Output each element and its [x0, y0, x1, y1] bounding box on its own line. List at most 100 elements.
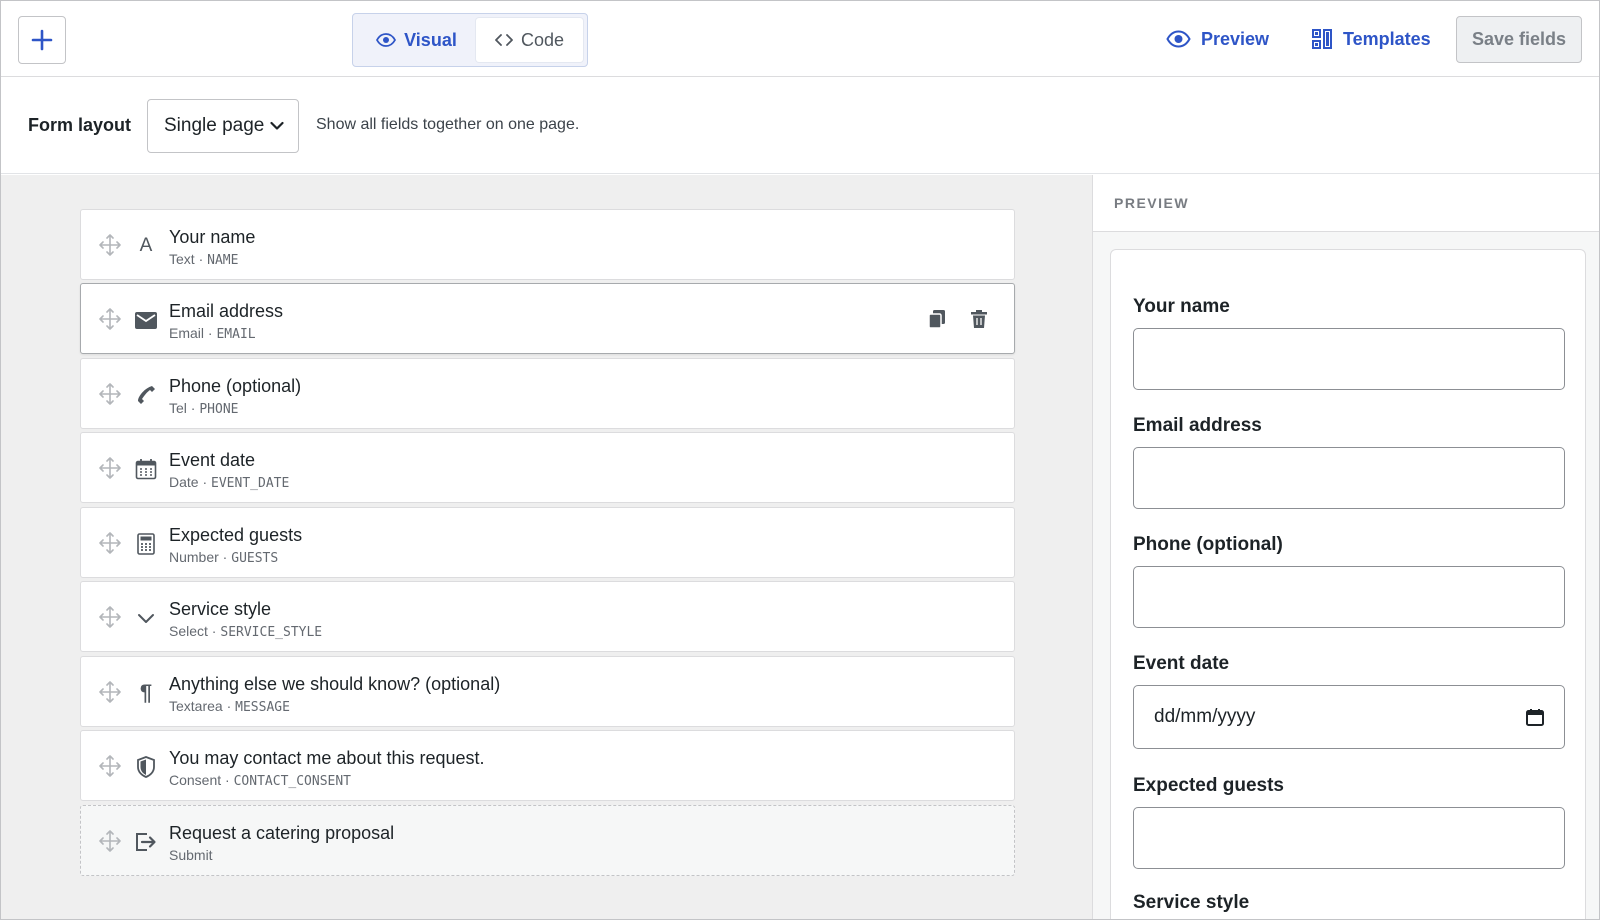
field-key: NAME: [207, 253, 239, 268]
code-mode-button[interactable]: Code: [475, 18, 583, 62]
row-actions: [926, 308, 990, 330]
field-meta: Text · NAME: [169, 251, 239, 268]
drag-handle-icon[interactable]: [99, 308, 121, 330]
chevron-down-icon: [134, 606, 158, 630]
field-key: MESSAGE: [235, 700, 290, 715]
field-meta: Submit: [169, 847, 394, 864]
chevron-down-icon: [270, 121, 284, 130]
submit-icon: [134, 830, 158, 854]
form-layout-label: Form layout: [28, 115, 132, 135]
field-label: Event date: [169, 450, 256, 470]
field-type: Date: [169, 474, 199, 490]
drag-handle-icon[interactable]: [99, 606, 121, 628]
preview-button-label: Preview: [1201, 28, 1270, 49]
field-key: SERVICE_STYLE: [220, 625, 323, 640]
field-type: Select: [169, 623, 208, 639]
duplicate-icon[interactable]: [926, 308, 948, 330]
field-meta: Email · EMAIL: [169, 325, 256, 342]
field-meta: Textarea · MESSAGE: [169, 698, 290, 715]
field-label: Phone (optional): [169, 376, 302, 396]
field-row-name[interactable]: A Your name Text · NAME: [80, 209, 1015, 280]
preview-field-label: Email address: [1133, 415, 1262, 436]
drag-handle-icon[interactable]: [99, 830, 121, 852]
drag-handle-icon[interactable]: [99, 234, 121, 256]
field-row-submit[interactable]: Request a catering proposal Submit: [80, 805, 1015, 876]
preview-field-label: Your name: [1133, 296, 1230, 317]
field-meta: Tel · PHONE: [169, 400, 239, 417]
shield-icon: [134, 755, 158, 779]
calendar-icon: [1526, 709, 1544, 726]
code-mode-label: Code: [520, 29, 564, 50]
drag-handle-icon[interactable]: [99, 383, 121, 405]
drag-handle-icon[interactable]: [99, 532, 121, 554]
save-fields-button[interactable]: Save fields: [1456, 16, 1582, 63]
field-key: GUESTS: [231, 551, 279, 566]
field-type: Text: [169, 251, 195, 267]
field-type: Textarea: [169, 698, 223, 714]
field-key: EVENT_DATE: [211, 476, 290, 491]
preview-header: PREVIEW: [1093, 175, 1599, 232]
preview-field-label: Phone (optional): [1133, 534, 1283, 555]
field-meta: Consent · CONTACT_CONSENT: [169, 772, 352, 789]
trash-icon[interactable]: [968, 308, 990, 330]
field-label: Request a catering proposal: [169, 823, 395, 843]
field-row-consent[interactable]: You may contact me about this request. C…: [80, 730, 1015, 801]
field-row-event-date[interactable]: Event date Date · EVENT_DATE: [80, 432, 1015, 503]
field-label: Expected guests: [169, 525, 303, 545]
preview-name-input[interactable]: [1133, 328, 1565, 390]
field-label: Anything else we should know? (optional): [169, 674, 501, 694]
templates-icon: [1312, 29, 1332, 49]
field-row-phone[interactable]: Phone (optional) Tel · PHONE: [80, 358, 1015, 429]
field-type: Email: [169, 325, 205, 341]
visual-mode-button[interactable]: Visual: [357, 18, 476, 62]
envelope-icon: [134, 308, 158, 332]
templates-button[interactable]: Templates: [1311, 23, 1431, 55]
preview-field-label: Event date: [1133, 653, 1230, 674]
field-meta: Select · SERVICE_STYLE: [169, 623, 323, 640]
code-icon: [495, 34, 513, 46]
field-list-canvas: A Your name Text · NAME Email address Em…: [1, 175, 1092, 919]
field-type: Submit: [169, 847, 213, 863]
calculator-icon: [134, 532, 158, 556]
field-key: PHONE: [199, 402, 239, 417]
field-label: You may contact me about this request.: [169, 748, 485, 768]
preview-guests-input[interactable]: [1133, 807, 1565, 869]
form-layout-value: Single page: [164, 115, 265, 136]
field-label: Service style: [169, 599, 272, 619]
text-icon: A: [139, 235, 153, 256]
preview-phone-input[interactable]: [1133, 566, 1565, 628]
visual-mode-label: Visual: [404, 29, 457, 50]
field-label: Email address: [169, 301, 284, 321]
editor-mode-toggle: Visual Code: [352, 13, 588, 67]
form-layout-select[interactable]: Single page: [147, 99, 299, 153]
field-type: Consent: [169, 772, 222, 788]
field-type: Number: [169, 549, 219, 565]
field-label: Your name: [169, 227, 256, 247]
drag-handle-icon[interactable]: [99, 457, 121, 479]
preview-button[interactable]: Preview: [1166, 23, 1269, 55]
calendar-icon: [134, 457, 158, 481]
preview-email-input[interactable]: [1133, 447, 1565, 509]
top-toolbar: Visual Code Preview Templates Save field…: [1, 1, 1599, 77]
form-layout-help: Show all fields together on one page.: [316, 116, 580, 133]
field-key: CONTACT_CONSENT: [233, 774, 352, 789]
field-row-message[interactable]: ¶ Anything else we should know? (optiona…: [80, 656, 1015, 727]
field-type: Tel: [169, 400, 187, 416]
phone-icon: [134, 383, 158, 407]
date-placeholder: dd/mm/yyyy: [1154, 706, 1256, 727]
field-meta: Date · EVENT_DATE: [169, 474, 290, 491]
preview-field-label: Expected guests: [1133, 775, 1284, 796]
templates-button-label: Templates: [1343, 28, 1431, 49]
drag-handle-icon[interactable]: [99, 755, 121, 777]
field-row-email[interactable]: Email address Email · EMAIL: [80, 283, 1015, 354]
field-row-guests[interactable]: Expected guests Number · GUESTS: [80, 507, 1015, 578]
drag-handle-icon[interactable]: [99, 681, 121, 703]
add-field-button[interactable]: [18, 16, 66, 64]
field-key: EMAIL: [216, 327, 256, 342]
eye-icon: [376, 33, 397, 47]
eye-icon: [1166, 30, 1191, 48]
preview-event-date-input[interactable]: dd/mm/yyyy: [1133, 685, 1565, 749]
field-row-service-style[interactable]: Service style Select · SERVICE_STYLE: [80, 581, 1015, 652]
plus-icon: [31, 29, 53, 51]
form-layout-bar: Form layout Single page Show all fields …: [1, 77, 1599, 174]
